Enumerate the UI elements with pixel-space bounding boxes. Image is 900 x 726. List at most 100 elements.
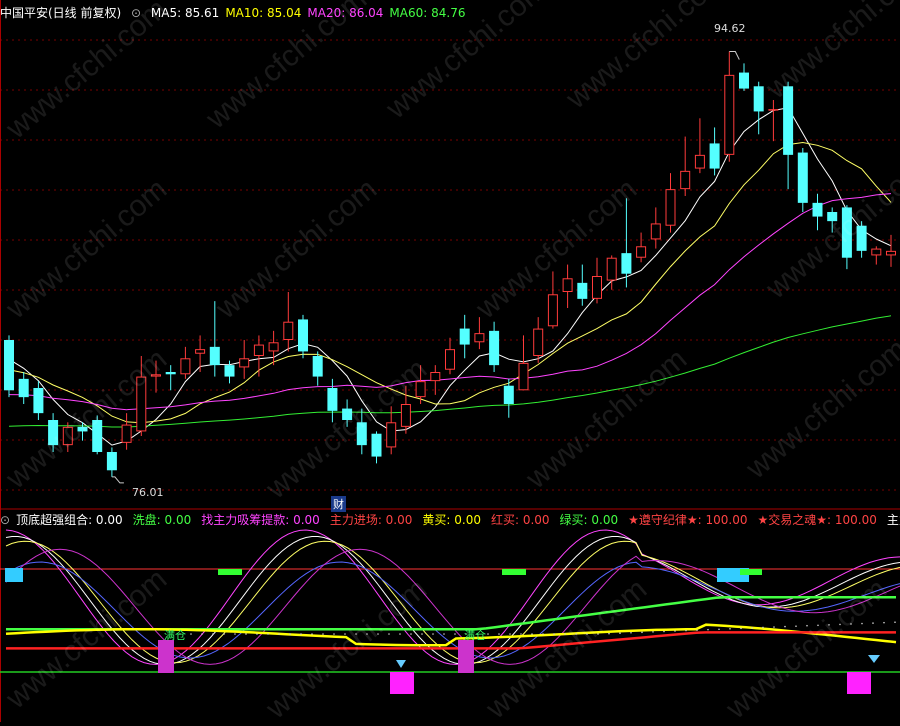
dot-trend — [718, 628, 720, 631]
candle — [621, 198, 632, 288]
candle-body-down — [298, 319, 308, 352]
signal-block-magenta — [847, 672, 871, 694]
signal-bar-green — [740, 569, 762, 575]
indicator-readout-2: 主力进场: 0.00 — [329, 513, 413, 527]
candle — [195, 335, 206, 372]
candle-body-up — [445, 349, 455, 370]
ma-readout-1: MA10: 85.04 — [225, 6, 302, 20]
candle — [592, 257, 602, 304]
dot-trend — [597, 633, 599, 635]
candle-body-down — [48, 420, 59, 446]
high-price-label: 94.62 — [714, 22, 746, 35]
candle-body-up — [253, 344, 264, 357]
candle-body-down — [812, 202, 823, 217]
candle — [136, 356, 147, 436]
candle-body-down — [489, 330, 500, 366]
dot-trend — [245, 633, 247, 635]
candle-body-down — [621, 253, 632, 274]
candle-body-up — [268, 342, 279, 352]
candle — [33, 381, 44, 420]
candle — [268, 330, 279, 366]
candle — [165, 365, 176, 391]
candle-body-up — [62, 426, 73, 446]
candle — [400, 385, 411, 434]
candle-body-down — [739, 72, 749, 89]
candle — [283, 292, 294, 352]
indicator-collapse-icon[interactable]: ⊙ — [0, 513, 10, 527]
candle — [386, 406, 397, 455]
candle — [239, 340, 250, 379]
candle-body-down — [753, 86, 764, 112]
dot-trend — [531, 633, 533, 635]
candle-body-down — [209, 346, 220, 366]
candle-body-up — [650, 223, 661, 240]
candle — [121, 413, 132, 450]
indicator-panel — [0, 529, 900, 694]
candle — [562, 264, 573, 308]
candlestick-series — [4, 51, 896, 484]
dot-trend — [322, 633, 324, 635]
candle-body-up — [518, 362, 529, 391]
dot-trend — [553, 633, 555, 635]
dot-trend — [883, 621, 885, 624]
indicator-readout-7: ★交易之魂★: 100.00 — [757, 513, 877, 527]
low-price-label: 76.01 — [132, 486, 164, 499]
candle — [709, 127, 720, 176]
dot-trend — [509, 633, 511, 635]
finance-badge[interactable]: 财 — [331, 496, 346, 512]
candle-body-up — [195, 349, 206, 354]
dot-trend — [696, 629, 698, 631]
dot-trend — [564, 633, 566, 635]
main-chart-header: 中国平安(日线 前复权) ⊙ MA5: 85.61 MA10: 85.04 MA20… — [0, 4, 900, 22]
candle-body-down — [4, 340, 14, 391]
dot-trend — [289, 633, 291, 635]
candle-body-up — [533, 328, 544, 357]
candle-body-down — [224, 365, 235, 377]
dot-trend — [388, 633, 390, 635]
dot-trend — [344, 633, 346, 635]
candle-body-up — [886, 250, 896, 256]
candle-body-up — [430, 372, 441, 382]
dot-trend — [762, 626, 764, 629]
candle-body-down — [459, 328, 470, 345]
dot-trend — [751, 627, 753, 629]
dot-trend — [278, 633, 280, 635]
candle — [724, 51, 735, 162]
dot-trend — [300, 633, 302, 635]
dot-trend — [630, 631, 632, 634]
dot-trend — [256, 633, 258, 635]
candle — [253, 335, 264, 377]
candle — [459, 314, 470, 359]
candle-body-up — [400, 404, 411, 427]
ma-readout-3: MA60: 84.76 — [389, 6, 466, 20]
candle-body-up — [283, 321, 294, 341]
dot-trend — [399, 633, 401, 635]
dot-trend — [311, 633, 313, 635]
candle — [298, 314, 308, 359]
candle — [18, 372, 29, 404]
candle — [62, 422, 73, 452]
dot-trend — [498, 633, 500, 635]
indicator-name: 顶底超强组合 — [16, 513, 89, 527]
chart-canvas[interactable] — [0, 0, 900, 722]
candle-body-up — [665, 189, 676, 226]
indicator-header: ⊙ 顶底超强组合: 0.00 洗盘: 0.00 找主力吸筹提款: 0.00 主力进场: … — [0, 511, 900, 529]
dot-trend — [850, 623, 852, 625]
candle-body-up — [121, 424, 132, 443]
dot-trend — [806, 624, 808, 627]
dot-trend — [872, 622, 874, 624]
candle-body-up — [474, 333, 485, 343]
candle — [768, 100, 779, 142]
dot-trend — [817, 624, 819, 627]
ma-readout-2: MA20: 86.04 — [307, 6, 384, 20]
candle-body-down — [827, 212, 838, 222]
candle — [636, 232, 647, 263]
candle — [180, 346, 191, 379]
candle-body-up — [239, 358, 250, 368]
candle — [827, 207, 838, 233]
candle — [577, 264, 588, 306]
collapse-icon[interactable]: ⊙ — [131, 6, 141, 20]
candle-body-down — [856, 225, 867, 251]
candle-body-down — [312, 356, 323, 377]
dot-trend — [520, 633, 522, 635]
